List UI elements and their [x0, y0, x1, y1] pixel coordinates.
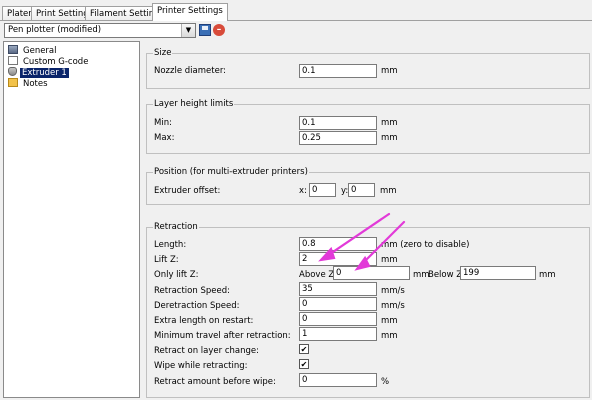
save-icon[interactable] — [199, 24, 211, 36]
above-z-label: Above Z: — [299, 270, 338, 280]
max-label: Max: — [154, 133, 175, 143]
max-layer-height-field[interactable]: 0.25 — [299, 131, 377, 145]
minimum-travel-field[interactable]: 1 — [299, 327, 377, 341]
lift-z-unit: mm — [381, 255, 398, 265]
preset-select[interactable]: Pen plotter (modified) ▼ — [4, 23, 196, 38]
nozzle-diameter-label: Nozzle diameter: — [154, 66, 227, 76]
tab-divider — [0, 20, 592, 21]
tree-item-general[interactable]: General — [8, 45, 59, 56]
extra-length-field[interactable]: 0 — [299, 312, 377, 326]
retract-before-wipe-field[interactable]: 0 — [299, 373, 377, 387]
chevron-down-icon[interactable]: ▼ — [181, 24, 195, 37]
nozzle-diameter-field[interactable]: 0.1 — [299, 64, 377, 78]
minimum-travel-label: Minimum travel after retraction: — [154, 331, 291, 341]
printer-icon — [8, 45, 18, 54]
settings-page-tree: General Custom G-code Extruder 1 Notes — [3, 41, 140, 398]
retraction-speed-label: Retraction Speed: — [154, 286, 230, 296]
minimum-travel-unit: mm — [381, 331, 398, 341]
tree-item-label: Custom G-code — [23, 57, 89, 67]
deretraction-speed-field[interactable]: 0 — [299, 297, 377, 311]
extra-length-unit: mm — [381, 316, 398, 326]
layer-height-group-title: Layer height limits — [153, 99, 235, 109]
delete-icon[interactable]: – — [213, 24, 225, 36]
offset-y-field[interactable]: 0 — [348, 183, 375, 197]
only-lift-z-label: Only lift Z: — [154, 270, 199, 280]
offset-x-label: x: — [299, 186, 307, 196]
retraction-speed-unit: mm/s — [381, 286, 405, 296]
offset-unit: mm — [380, 186, 397, 196]
retract-length-unit: mm (zero to disable) — [381, 240, 470, 250]
deretraction-speed-unit: mm/s — [381, 301, 405, 311]
tree-item-label: Notes — [23, 79, 48, 89]
extruder-offset-label: Extruder offset: — [154, 186, 221, 196]
retract-before-wipe-label: Retract amount before wipe: — [154, 377, 276, 387]
document-icon — [8, 56, 18, 65]
tree-item-label: General — [23, 46, 57, 56]
size-group-title: Size — [153, 48, 173, 58]
extruder-icon — [8, 67, 17, 76]
extra-length-label: Extra length on restart: — [154, 316, 254, 326]
retraction-group-title: Retraction — [153, 222, 199, 232]
min-layer-height-field[interactable]: 0.1 — [299, 116, 377, 130]
min-unit: mm — [381, 118, 398, 128]
tree-item-notes[interactable]: Notes — [8, 78, 50, 89]
offset-x-field[interactable]: 0 — [309, 183, 336, 197]
retract-length-label: Length: — [154, 240, 187, 250]
retract-before-wipe-unit: % — [381, 377, 390, 387]
tree-item-extruder-1[interactable]: Extruder 1 — [8, 67, 69, 78]
min-label: Min: — [154, 118, 172, 128]
nozzle-diameter-unit: mm — [381, 66, 398, 76]
above-z-field[interactable]: 0 — [333, 266, 410, 280]
retract-layer-change-checkbox[interactable]: ✔ — [299, 344, 309, 354]
retract-length-field[interactable]: 0.8 — [299, 237, 377, 251]
tab-printer-settings[interactable]: Printer Settings — [152, 3, 228, 21]
max-unit: mm — [381, 133, 398, 143]
folder-icon — [8, 78, 18, 87]
lift-z-field[interactable]: 2 — [299, 252, 377, 266]
tree-item-label: Extruder 1 — [20, 68, 69, 78]
lift-z-label: Lift Z: — [154, 255, 179, 265]
position-group-title: Position (for multi-extruder printers) — [153, 167, 309, 177]
retract-layer-change-label: Retract on layer change: — [154, 346, 259, 356]
retraction-speed-field[interactable]: 35 — [299, 282, 377, 296]
wipe-while-retracting-checkbox[interactable]: ✔ — [299, 359, 309, 369]
preset-value: Pen plotter (modified) — [8, 25, 102, 35]
below-z-field[interactable]: 199 — [460, 266, 536, 280]
deretraction-speed-label: Deretraction Speed: — [154, 301, 240, 311]
below-z-unit: mm — [539, 270, 556, 280]
tree-item-custom-gcode[interactable]: Custom G-code — [8, 56, 90, 67]
wipe-while-retracting-label: Wipe while retracting: — [154, 361, 248, 371]
